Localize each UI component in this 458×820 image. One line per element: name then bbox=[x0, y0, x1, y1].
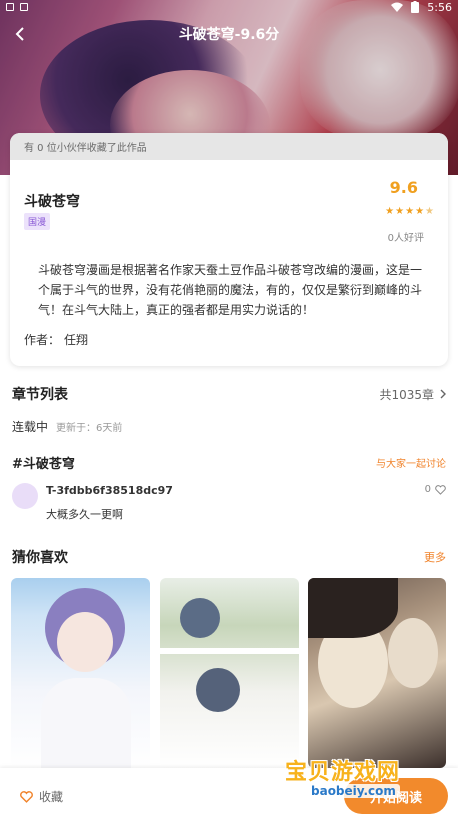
recommend-cover-1[interactable] bbox=[11, 578, 150, 768]
recommend-header: 猜你喜欢 更多 bbox=[12, 547, 446, 567]
site-watermark: 宝贝游戏网 baobeiy.com bbox=[285, 740, 435, 810]
recommend-cover-2[interactable] bbox=[160, 578, 299, 768]
like-button[interactable]: 0 bbox=[425, 484, 446, 495]
chapter-list-header[interactable]: 章节列表 共1035章 bbox=[12, 384, 446, 404]
avatar[interactable] bbox=[12, 483, 38, 509]
star-icon: ★ bbox=[415, 206, 425, 217]
topic-header: #斗破苍穹 与大家一起讨论 bbox=[12, 453, 446, 472]
updated-time: 更新于：6天前 bbox=[56, 423, 123, 434]
author-name: 任翔 bbox=[64, 333, 89, 347]
top-bar: 斗破苍穹-9.6分 bbox=[0, 20, 458, 48]
notification-icon bbox=[6, 3, 14, 11]
star-half-icon: ★ bbox=[425, 206, 434, 217]
wifi-icon bbox=[391, 2, 404, 12]
battery-icon bbox=[411, 1, 420, 13]
topic-title: #斗破苍穹 bbox=[12, 457, 75, 472]
watermark-url: baobeiy.com bbox=[307, 784, 400, 798]
comment-username: T-3fdbb6f38518dc97 bbox=[46, 484, 173, 497]
score-value: 9.6 bbox=[389, 178, 418, 197]
chevron-left-icon bbox=[15, 27, 24, 41]
chapter-total[interactable]: 共1035章 bbox=[379, 386, 446, 403]
genre-tag[interactable]: 国漫 bbox=[24, 213, 51, 230]
author-label: 作者： bbox=[24, 333, 61, 347]
watermark-title: 宝贝游戏网 bbox=[285, 760, 401, 785]
comic-info-card: 有 0 位小伙伴收藏了此作品 斗破苍穹 国漫 9.6 ★ ★ ★ ★ ★ 0人好… bbox=[10, 133, 448, 366]
rating-stars: ★ ★ ★ ★ ★ bbox=[385, 206, 434, 217]
back-button[interactable] bbox=[8, 22, 32, 46]
chapter-total-text: 共1035章 bbox=[379, 387, 434, 402]
more-link[interactable]: 更多 bbox=[424, 549, 446, 565]
collect-label: 收藏 bbox=[39, 790, 64, 804]
praise-count: 0人好评 bbox=[387, 233, 424, 244]
star-icon: ★ bbox=[405, 206, 415, 217]
author-line: 作者： 任翔 bbox=[24, 331, 88, 348]
status-time: 5:56 bbox=[427, 0, 452, 14]
comment-text: 大概多久一更啊 bbox=[46, 508, 123, 521]
heart-icon bbox=[435, 484, 446, 495]
heart-icon bbox=[20, 790, 33, 803]
serial-status-row: 连载中 更新于：6天前 bbox=[12, 418, 446, 435]
comic-description: 斗破苍穹漫画是根据著名作家天蚕土豆作品斗破苍穹改编的漫画，这是一个属于斗气的世界… bbox=[38, 263, 423, 317]
star-icon: ★ bbox=[395, 206, 405, 217]
favorite-count-text: 有 0 位小伙伴收藏了此作品 bbox=[10, 133, 448, 160]
page-title: 斗破苍穹-9.6分 bbox=[178, 27, 280, 43]
comic-title: 斗破苍穹 bbox=[24, 194, 80, 210]
status-bar: 5:56 bbox=[0, 0, 458, 14]
discuss-link[interactable]: 与大家一起讨论 bbox=[376, 455, 446, 470]
serial-status: 连载中 bbox=[12, 420, 49, 434]
app-icon bbox=[20, 3, 28, 11]
recommend-title: 猜你喜欢 bbox=[12, 550, 68, 566]
like-count: 0 bbox=[424, 484, 431, 495]
collect-button[interactable]: 收藏 bbox=[20, 788, 63, 805]
star-icon: ★ bbox=[385, 206, 395, 217]
chevron-right-icon bbox=[440, 389, 446, 399]
chapter-list-title: 章节列表 bbox=[12, 387, 68, 403]
